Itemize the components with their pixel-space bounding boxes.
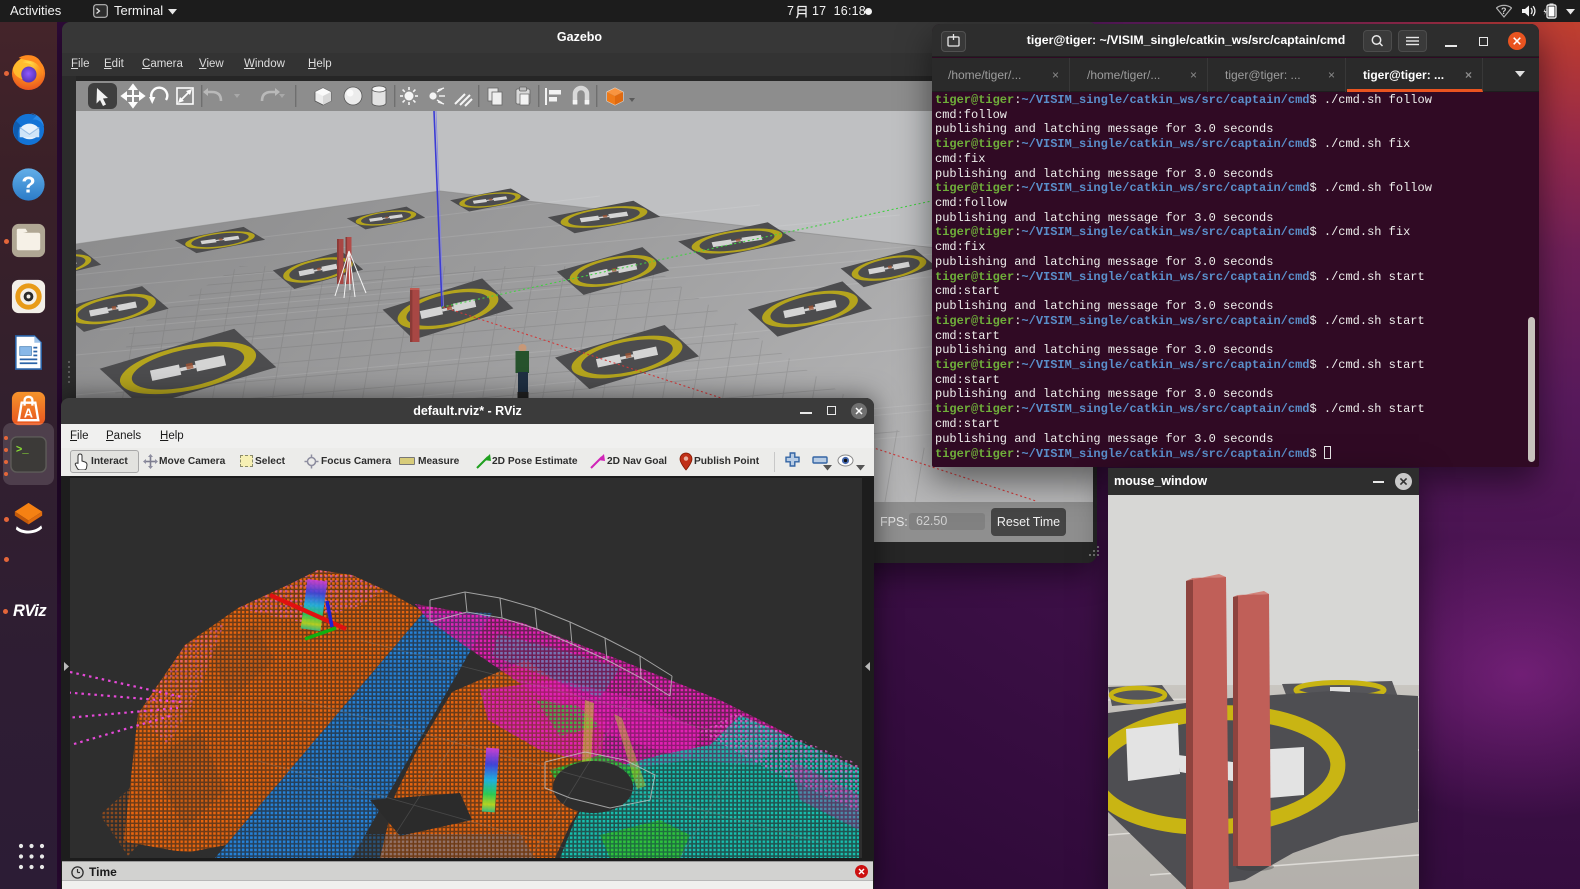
svg-text:?: ? [21,171,35,197]
svg-text:A: A [24,406,33,420]
svg-text:>_: >_ [16,445,29,457]
svg-text:?: ? [1501,6,1507,16]
